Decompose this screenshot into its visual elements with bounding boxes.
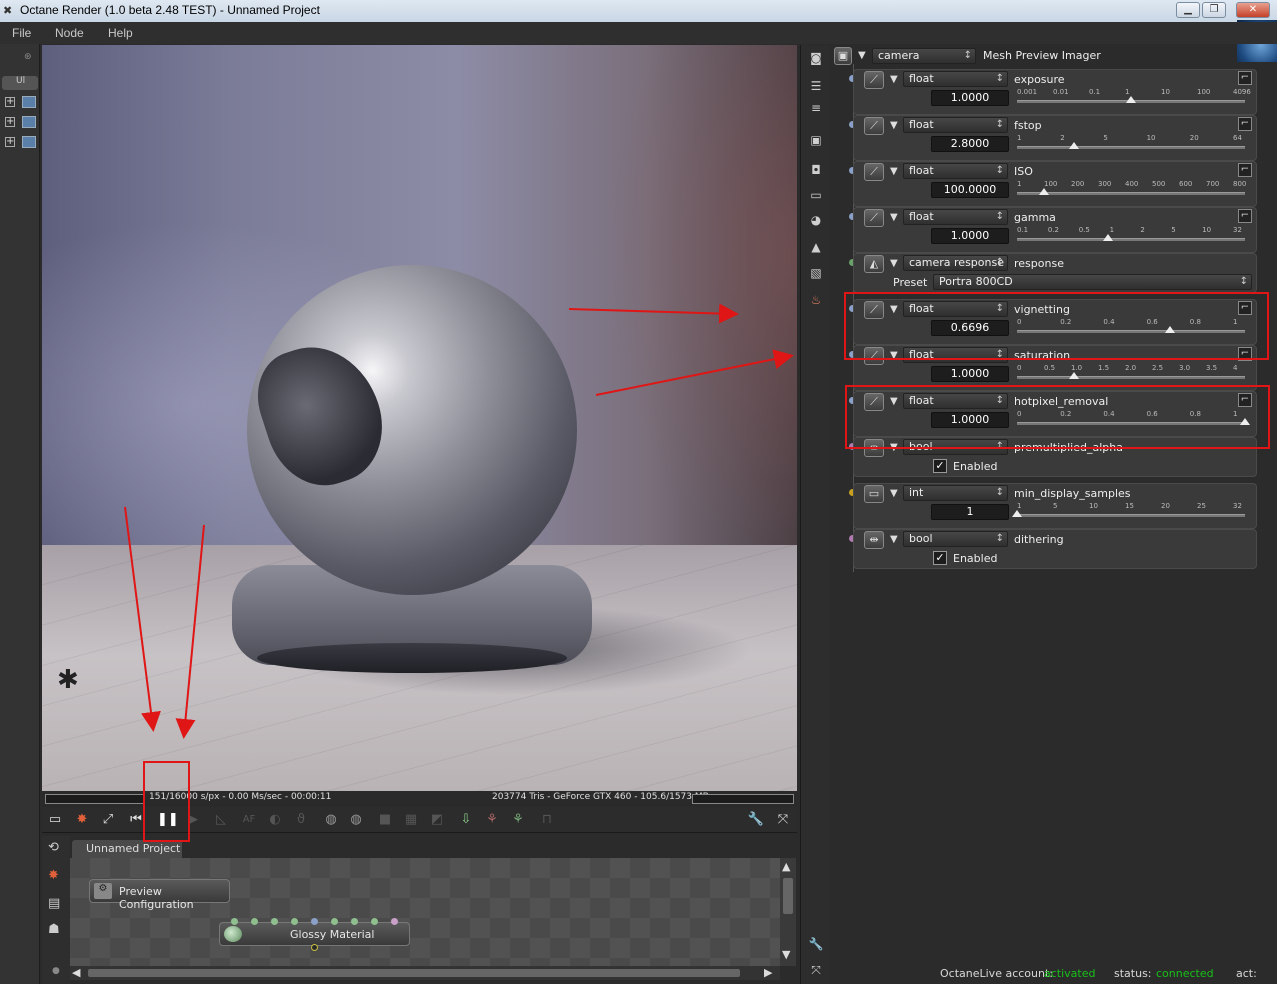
annotation-arrows bbox=[124, 303, 794, 739]
